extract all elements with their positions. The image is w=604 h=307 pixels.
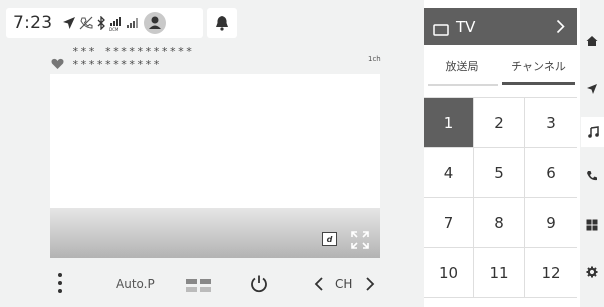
channel-label: CH — [335, 277, 353, 291]
cell-signal-icon — [126, 17, 140, 29]
tab-channel[interactable]: チャンネル — [500, 58, 577, 74]
user-icon[interactable] — [144, 12, 167, 34]
home-icon[interactable] — [583, 32, 601, 50]
channel-key-5[interactable]: 5 — [474, 148, 525, 198]
channel-key-2[interactable]: 2 — [474, 98, 525, 148]
channel-key-10[interactable]: 10 — [424, 248, 474, 298]
settings-icon[interactable] — [583, 263, 601, 281]
data-broadcast-button[interactable]: d — [322, 232, 337, 246]
channel-key-11[interactable]: 11 — [474, 248, 525, 298]
channel-key-8[interactable]: 8 — [474, 198, 525, 248]
tv-icon — [433, 21, 449, 36]
channel-key-12[interactable]: 12 — [525, 248, 577, 298]
fullscreen-icon[interactable] — [351, 231, 369, 249]
channel-up-icon[interactable] — [365, 276, 375, 292]
heart-icon[interactable] — [51, 55, 64, 69]
program-title-line1: *** *********** — [72, 45, 194, 58]
source-label: TV — [456, 17, 476, 36]
power-icon[interactable] — [249, 274, 269, 294]
phone-icon[interactable] — [583, 167, 601, 185]
channel-down-icon[interactable] — [314, 276, 324, 292]
channel-key-6[interactable]: 6 — [525, 148, 577, 198]
channel-key-4[interactable]: 4 — [424, 148, 474, 198]
auto-preset-button[interactable]: Auto.P — [116, 277, 155, 291]
program-title-line2: *********** — [72, 58, 162, 71]
channel-key-3[interactable]: 3 — [525, 98, 577, 148]
layout-icon[interactable] — [186, 278, 212, 292]
navigation-arrow-icon — [62, 16, 76, 30]
video-area[interactable]: d — [50, 74, 380, 258]
bluetooth-icon — [96, 16, 106, 30]
channel-key-1[interactable]: 1 — [424, 98, 474, 148]
tab-broadcaster[interactable]: 放送局 — [424, 58, 500, 74]
tab-underline-active — [502, 82, 575, 85]
channel-key-9[interactable]: 9 — [525, 198, 577, 248]
svg-text:DCM: DCM — [109, 27, 119, 31]
tab-underline-inactive — [428, 84, 498, 86]
clock: 7:23 — [13, 13, 53, 33]
status-bar: 7:23 DCM — [6, 8, 203, 38]
navigation-icon[interactable] — [583, 80, 601, 98]
more-vertical-icon[interactable] — [57, 271, 63, 295]
source-tv-button[interactable]: TV — [424, 8, 577, 45]
apps-grid-icon[interactable] — [583, 216, 601, 234]
dcm-signal-icon: DCM — [109, 16, 123, 31]
channel-badge: 1ch — [368, 55, 381, 63]
data-button-label: d — [326, 234, 333, 244]
phone-off-icon — [79, 16, 93, 30]
music-icon[interactable] — [581, 117, 604, 147]
chevron-right-icon — [556, 19, 565, 34]
bell-icon[interactable] — [207, 8, 237, 38]
channel-key-7[interactable]: 7 — [424, 198, 474, 248]
channel-keypad: 1 2 3 4 5 6 7 8 9 10 11 12 — [424, 98, 577, 298]
